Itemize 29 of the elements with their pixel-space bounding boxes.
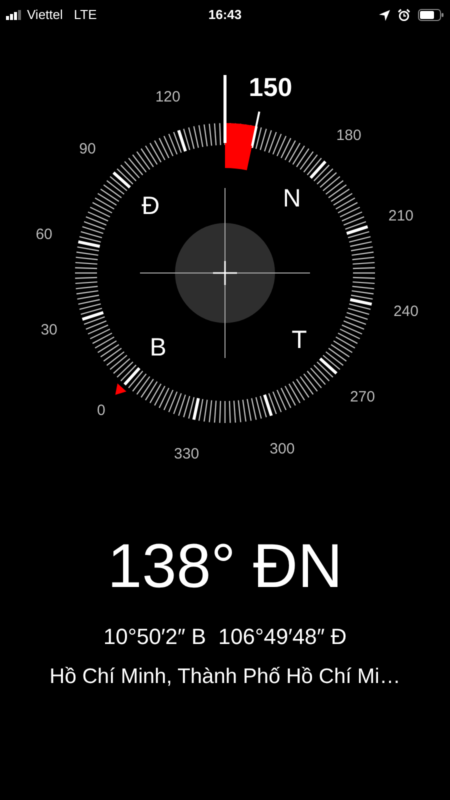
signal-icon: [6, 10, 22, 20]
battery-icon: [418, 9, 444, 21]
target-tick: [251, 111, 260, 146]
place-name: Hồ Chí Minh, Thành Phố Hồ Chí Mi…: [50, 664, 400, 690]
coordinates-text: 10°50′2″ B 106°49′48″ Đ: [103, 623, 347, 651]
degree-label: 300: [270, 440, 295, 458]
north-marker: [115, 383, 126, 395]
cardinal-label: T: [292, 326, 307, 354]
heading-line: [224, 75, 226, 143]
degree-label: 0: [97, 402, 106, 419]
degree-label: 90: [79, 140, 96, 158]
degree-label: 180: [336, 127, 362, 144]
degree-label: 270: [350, 388, 375, 406]
degree-label: 30: [40, 322, 58, 339]
alarm-clock-icon: [398, 9, 410, 21]
degree-label: 240: [393, 302, 418, 320]
degree-label: 150: [248, 72, 292, 102]
degree-label: 210: [388, 207, 414, 224]
network-type: LTE: [74, 6, 97, 24]
degree-label: 330: [174, 445, 200, 462]
cardinal-label: B: [150, 333, 166, 362]
degree-label: 60: [36, 226, 52, 244]
cardinal-label: N: [282, 184, 301, 213]
cardinal-label: Đ: [142, 192, 160, 220]
carrier-name: Viettel: [27, 6, 63, 24]
location-arrow-icon: [379, 10, 390, 20]
degree-label: 120: [155, 88, 180, 106]
heading-readout: 138° ĐN: [107, 532, 342, 602]
status-time: 16:43: [208, 6, 242, 24]
